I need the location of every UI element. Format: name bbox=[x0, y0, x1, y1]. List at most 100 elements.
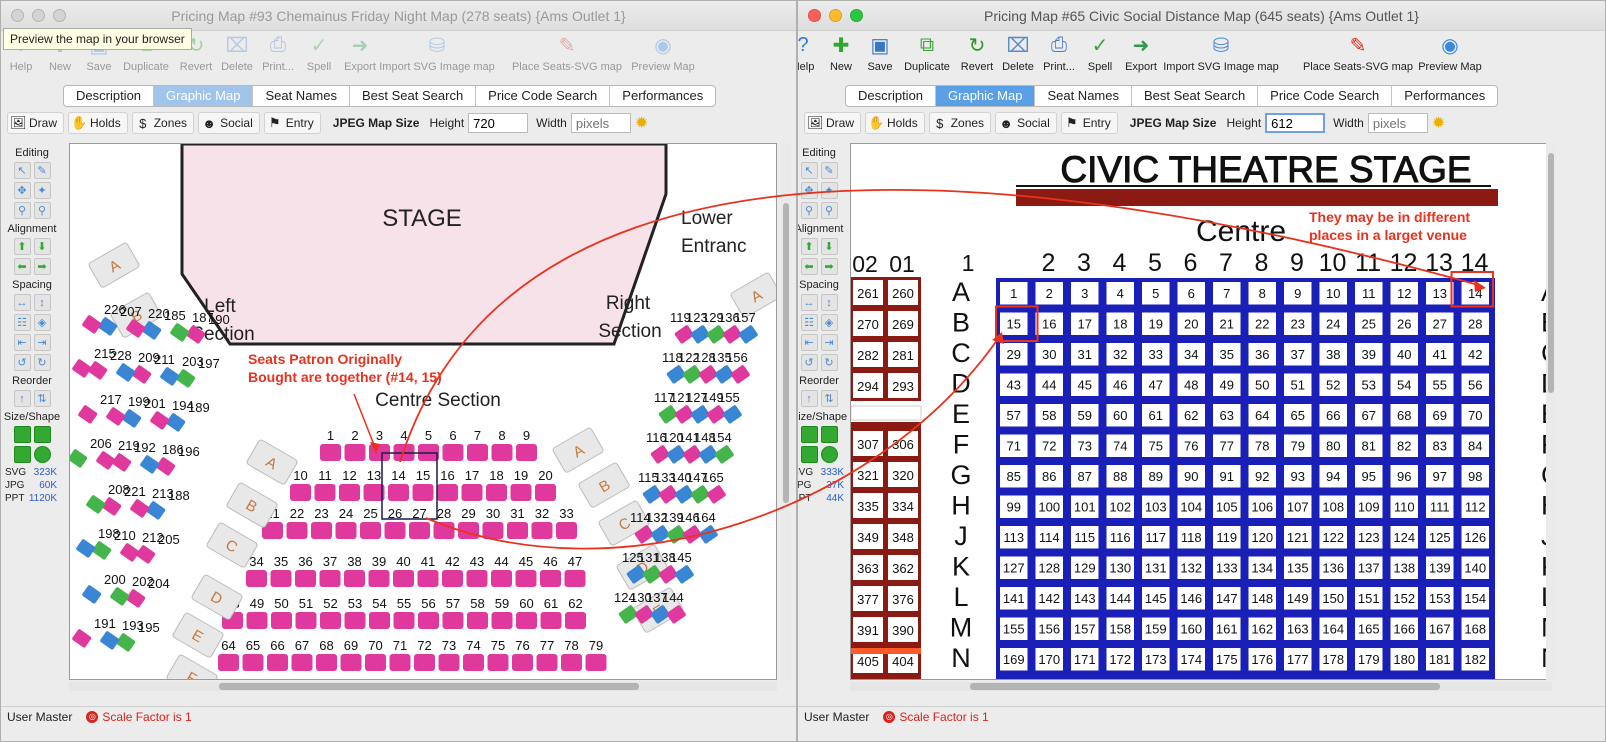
left-horizontal-scrollbar[interactable] bbox=[69, 682, 777, 691]
zones-button[interactable]: $ Zones bbox=[131, 112, 195, 134]
grid-spacing-icon[interactable]: ☷ bbox=[800, 314, 818, 331]
zoom-out-icon[interactable]: ⚲ bbox=[820, 202, 838, 219]
right-status-bar: User Master ◎ Scale Factor is 1 bbox=[798, 706, 1605, 726]
move-tool-icon[interactable]: ✥ bbox=[800, 182, 818, 199]
align-top-icon[interactable]: ⬆ bbox=[800, 238, 818, 255]
grid-spacing-icon[interactable]: ☷ bbox=[13, 314, 31, 331]
square-large-icon[interactable] bbox=[33, 426, 51, 443]
import-svg-image-map-button[interactable]: ⛁ Import SVG Image map bbox=[379, 31, 495, 74]
export-button[interactable]: ➜ Export bbox=[1111, 31, 1171, 74]
zones-button[interactable]: $ Zones bbox=[928, 112, 992, 134]
reorder-number-icon[interactable]: ⇅ bbox=[820, 390, 838, 407]
height-input[interactable] bbox=[468, 113, 529, 133]
align-top-icon[interactable]: ⬆ bbox=[13, 238, 31, 255]
space-horizontal-icon[interactable]: ↔ bbox=[13, 294, 31, 311]
left-title-bar[interactable]: Pricing Map #93 Chemainus Friday Night M… bbox=[1, 1, 796, 31]
zoom-out-icon[interactable]: ⚲ bbox=[33, 202, 51, 219]
distribute-icon[interactable]: ◈ bbox=[820, 314, 838, 331]
reorder-number-icon[interactable]: ⇅ bbox=[33, 390, 51, 407]
square-shape-icon[interactable] bbox=[13, 426, 31, 443]
place-seats-svg-map-button[interactable]: ✎ Place Seats-SVG map bbox=[512, 31, 622, 74]
seat bbox=[463, 654, 484, 671]
align-right-icon[interactable]: ➡ bbox=[820, 258, 838, 275]
right-title-bar[interactable]: Pricing Map #65 Civic Social Distance Ma… bbox=[798, 1, 1605, 31]
rotate-cw-icon[interactable]: ↻ bbox=[33, 354, 51, 371]
social-button[interactable]: ☻ Social bbox=[995, 112, 1057, 134]
scroll-thumb[interactable] bbox=[783, 203, 789, 503]
rounded-shape-icon[interactable] bbox=[800, 446, 818, 463]
align-left-icon[interactable]: ⬅ bbox=[800, 258, 818, 275]
align-right-icon[interactable]: ➡ bbox=[33, 258, 51, 275]
entry-button[interactable]: ⚑ Entry bbox=[263, 112, 321, 134]
tab-graphic-map[interactable]: Graphic Map bbox=[154, 86, 254, 106]
right-map-canvas[interactable]: CIVIC THEATRE STAGE Centre They may be in … bbox=[850, 143, 1552, 680]
entry-button[interactable]: ⚑ Entry bbox=[1060, 112, 1118, 134]
draw-button[interactable]: 🖼 Draw bbox=[7, 112, 65, 134]
scroll-thumb[interactable] bbox=[1548, 153, 1554, 393]
square-large-icon[interactable] bbox=[820, 426, 838, 443]
tab-description[interactable]: Description bbox=[846, 86, 937, 106]
reorder-up-icon[interactable]: ↑ bbox=[13, 390, 31, 407]
holds-button[interactable]: ✋ Holds bbox=[68, 112, 128, 134]
seat-number: 114 bbox=[1039, 530, 1060, 545]
settings-gear-icon[interactable]: ✹ bbox=[635, 113, 648, 133]
align-left-icon[interactable]: ⬅ bbox=[13, 258, 31, 275]
pencil-tool-icon[interactable]: ✎ bbox=[33, 162, 51, 179]
width-input[interactable] bbox=[1367, 113, 1428, 133]
distribute-icon[interactable]: ◈ bbox=[33, 314, 51, 331]
space-horizontal-icon[interactable]: ↔ bbox=[800, 294, 818, 311]
rotate-ccw-icon[interactable]: ↺ bbox=[800, 354, 818, 371]
space-vertical-icon[interactable]: ↕ bbox=[33, 294, 51, 311]
circle-shape-icon[interactable] bbox=[820, 446, 838, 463]
select-arrow-icon[interactable]: ↖ bbox=[800, 162, 818, 179]
align-bottom-icon[interactable]: ⬇ bbox=[820, 238, 838, 255]
arc-right-icon[interactable]: ⇥ bbox=[33, 334, 51, 351]
width-input[interactable] bbox=[570, 113, 631, 133]
square-shape-icon[interactable] bbox=[800, 426, 818, 443]
pencil-tool-icon[interactable]: ✎ bbox=[820, 162, 838, 179]
arc-left-icon[interactable]: ⇤ bbox=[800, 334, 818, 351]
tab-price-code-search[interactable]: Price Code Search bbox=[1258, 86, 1393, 106]
reorder-up-icon[interactable]: ↑ bbox=[800, 390, 818, 407]
rounded-shape-icon[interactable] bbox=[13, 446, 31, 463]
draw-button[interactable]: 🖼 Draw bbox=[804, 112, 862, 134]
tab-seat-names[interactable]: Seat Names bbox=[253, 86, 350, 106]
scroll-thumb[interactable] bbox=[970, 683, 1440, 690]
arc-left-icon[interactable]: ⇤ bbox=[13, 334, 31, 351]
social-button[interactable]: ☻ Social bbox=[198, 112, 260, 134]
tab-seat-names[interactable]: Seat Names bbox=[1035, 86, 1132, 106]
tab-performances[interactable]: Performances bbox=[610, 86, 715, 106]
tab-price-code-search[interactable]: Price Code Search bbox=[476, 86, 611, 106]
shape-tool-icon[interactable]: ✦ bbox=[33, 182, 51, 199]
tab-performances[interactable]: Performances bbox=[1392, 86, 1497, 106]
select-arrow-icon[interactable]: ↖ bbox=[13, 162, 31, 179]
shape-tool-icon[interactable]: ✦ bbox=[820, 182, 838, 199]
import-svg-image-map-button[interactable]: ⛁ Import SVG Image map bbox=[1163, 31, 1279, 74]
left-map-canvas[interactable]: STAGE Lower Entranc Left Section Right Section… bbox=[69, 143, 777, 680]
holds-button[interactable]: ✋ Holds bbox=[865, 112, 925, 134]
arc-right-icon[interactable]: ⇥ bbox=[820, 334, 838, 351]
right-horizontal-scrollbar[interactable] bbox=[850, 682, 1552, 691]
zoom-in-icon[interactable]: ⚲ bbox=[13, 202, 31, 219]
settings-gear-icon[interactable]: ✹ bbox=[1432, 113, 1445, 133]
move-tool-icon[interactable]: ✥ bbox=[13, 182, 31, 199]
place-seats-svg-map-button[interactable]: ✎ Place Seats-SVG map bbox=[1303, 31, 1413, 74]
scroll-thumb[interactable] bbox=[219, 683, 639, 690]
tab-best-seat-search[interactable]: Best Seat Search bbox=[350, 86, 477, 106]
circle-shape-icon[interactable] bbox=[33, 446, 51, 463]
tab-description[interactable]: Description bbox=[64, 86, 155, 106]
height-input[interactable] bbox=[1265, 113, 1326, 133]
rotate-cw-icon[interactable]: ↻ bbox=[820, 354, 838, 371]
preview-map-button[interactable]: ◉ Preview Map bbox=[631, 31, 695, 74]
tab-best-seat-search[interactable]: Best Seat Search bbox=[1132, 86, 1259, 106]
rotate-ccw-icon[interactable]: ↺ bbox=[13, 354, 31, 371]
align-bottom-icon[interactable]: ⬇ bbox=[33, 238, 51, 255]
space-vertical-icon[interactable]: ↕ bbox=[820, 294, 838, 311]
zoom-in-icon[interactable]: ⚲ bbox=[800, 202, 818, 219]
seat bbox=[110, 587, 130, 606]
preview-map-button[interactable]: ◉ Preview Map bbox=[1418, 31, 1482, 74]
row-letter-block: A bbox=[246, 439, 298, 485]
right-vertical-scrollbar[interactable] bbox=[1546, 143, 1556, 680]
left-vertical-scrollbar[interactable] bbox=[781, 143, 791, 680]
tab-graphic-map[interactable]: Graphic Map bbox=[936, 86, 1036, 106]
